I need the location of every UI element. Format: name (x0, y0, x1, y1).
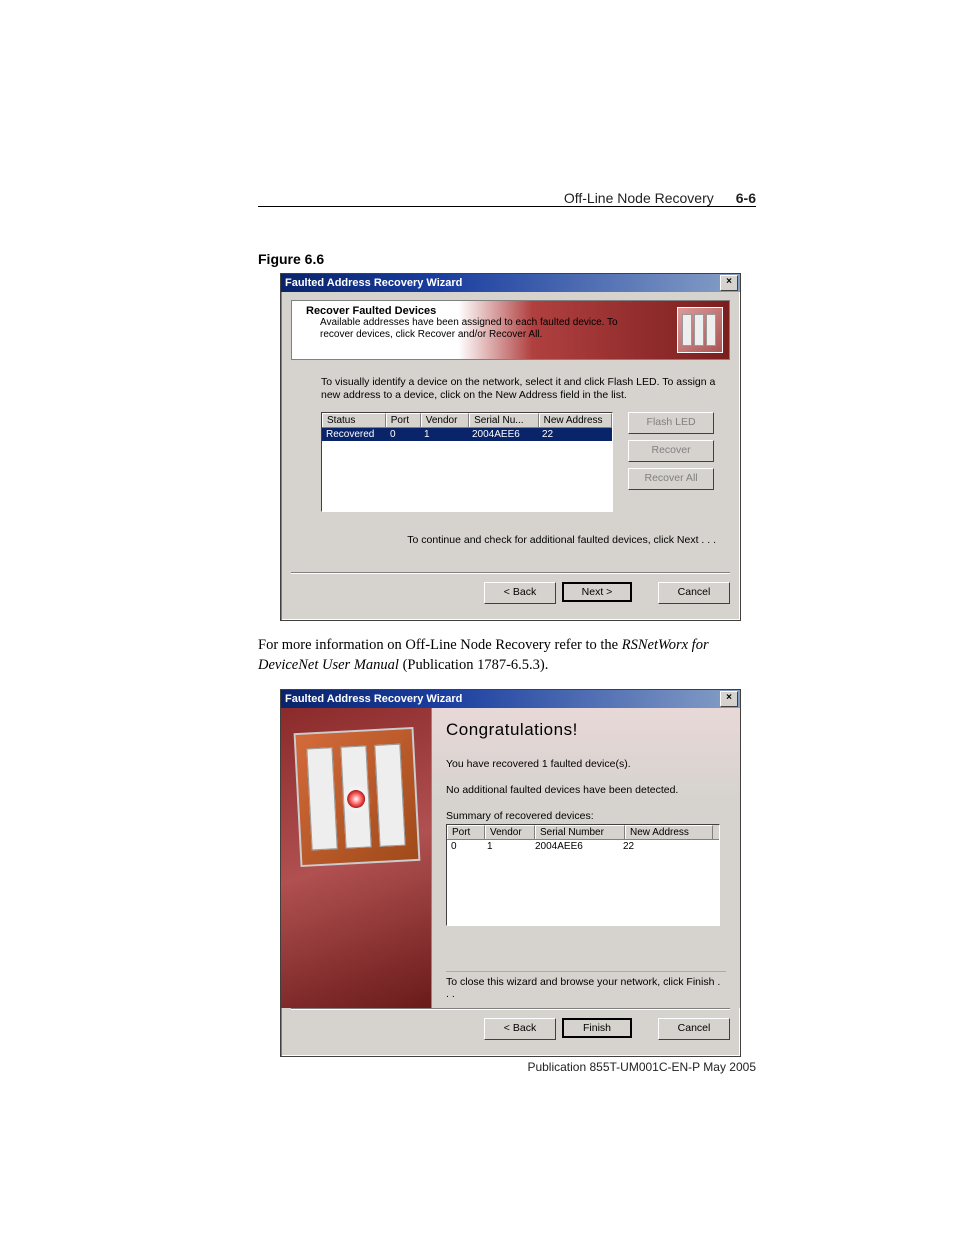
banner-title: Recover Faulted Devices (306, 305, 626, 317)
close-icon[interactable]: × (720, 691, 738, 707)
header-page-number: 6-6 (736, 190, 756, 206)
instruction-text: To visually identify a device on the net… (321, 376, 716, 402)
page-header: Off-Line Node Recovery 6-6 (258, 190, 756, 206)
col-newaddr[interactable]: New Address (539, 413, 612, 427)
document-page: Off-Line Node Recovery 6-6 Figure 6.6 Fa… (258, 190, 756, 1057)
banner-icon (677, 307, 723, 353)
col-serial[interactable]: Serial Nu... (469, 413, 539, 427)
list-header: Status Port Vendor Serial Nu... New Addr… (322, 413, 612, 428)
wizard-banner: Recover Faulted Devices Available addres… (291, 300, 730, 360)
continue-note: To continue and check for additional fau… (407, 534, 716, 546)
wizard-dialog-recover: Faulted Address Recovery Wizard × Recove… (280, 273, 741, 621)
body-paragraph: For more information on Off-Line Node Re… (258, 635, 756, 675)
window-title: Faulted Address Recovery Wizard (285, 277, 720, 289)
side-buttons: Flash LED Recover Recover All (628, 412, 712, 496)
publication-footer: Publication 855T-UM001C-EN-P May 2005 (527, 1060, 756, 1074)
summary-label: Summary of recovered devices: (446, 810, 726, 822)
congrats-heading: Congratulations! (446, 720, 726, 740)
nav-buttons: < Back Next > Cancel (281, 574, 740, 620)
wizard-body: To visually identify a device on the net… (291, 368, 730, 562)
table-row[interactable]: Recovered 0 1 2004AEE6 22 (322, 428, 612, 441)
close-note: To close this wizard and browse your net… (446, 971, 726, 1000)
figure-label: Figure 6.6 (258, 251, 756, 267)
window-title: Faulted Address Recovery Wizard (285, 693, 720, 705)
wizard-body: Congratulations! You have recovered 1 fa… (281, 708, 740, 1008)
header-rule (258, 206, 756, 207)
col-vendor[interactable]: Vendor (485, 825, 535, 839)
result-line-1: You have recovered 1 faulted device(s). (446, 758, 726, 770)
recover-button[interactable]: Recover (628, 440, 714, 462)
recover-all-button[interactable]: Recover All (628, 468, 714, 490)
wizard-content: Congratulations! You have recovered 1 fa… (432, 708, 740, 1008)
title-bar: Faulted Address Recovery Wizard × (281, 690, 740, 708)
finish-button[interactable]: Finish (562, 1018, 632, 1038)
col-serial[interactable]: Serial Number (535, 825, 625, 839)
banner-body: Available addresses have been assigned t… (320, 317, 626, 341)
title-bar: Faulted Address Recovery Wizard × (281, 274, 740, 292)
close-icon[interactable]: × (720, 275, 738, 291)
device-list[interactable]: Status Port Vendor Serial Nu... New Addr… (321, 412, 613, 512)
col-newaddr[interactable]: New Address (625, 825, 713, 839)
back-button[interactable]: < Back (484, 1018, 556, 1040)
col-port[interactable]: Port (447, 825, 485, 839)
next-button[interactable]: Next > (562, 582, 632, 602)
flash-led-button[interactable]: Flash LED (628, 412, 714, 434)
cancel-button[interactable]: Cancel (658, 582, 730, 604)
wizard-graphic (281, 708, 432, 1008)
result-line-2: No additional faulted devices have been … (446, 784, 726, 796)
nav-buttons: < Back Finish Cancel (281, 1010, 740, 1056)
cancel-button[interactable]: Cancel (658, 1018, 730, 1040)
wizard-dialog-congrats: Faulted Address Recovery Wizard × Congra… (280, 689, 741, 1057)
col-status[interactable]: Status (322, 413, 386, 427)
table-row[interactable]: 0 1 2004AEE6 22 (447, 840, 719, 853)
summary-table[interactable]: Port Vendor Serial Number New Address 0 … (446, 824, 720, 926)
list-header: Port Vendor Serial Number New Address (447, 825, 719, 840)
col-vendor[interactable]: Vendor (421, 413, 469, 427)
back-button[interactable]: < Back (484, 582, 556, 604)
header-title: Off-Line Node Recovery (564, 190, 714, 206)
col-port[interactable]: Port (386, 413, 421, 427)
